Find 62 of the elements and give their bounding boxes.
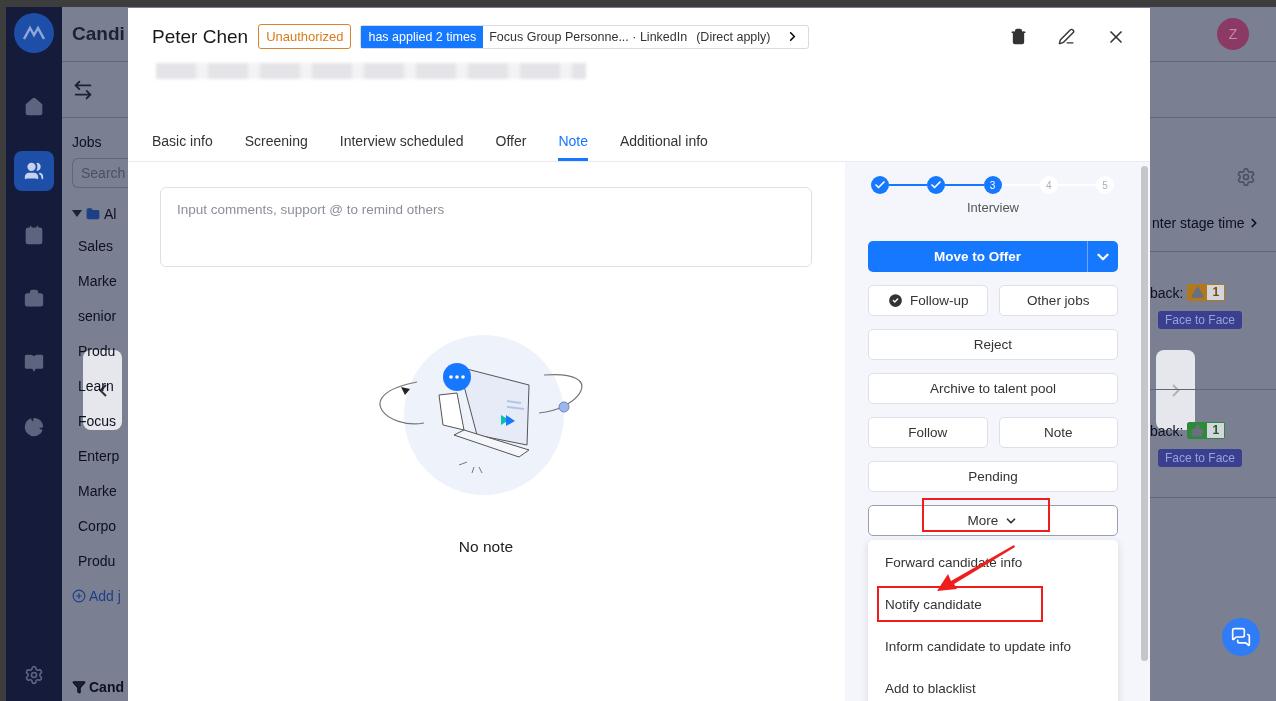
step-number: 3 bbox=[983, 176, 1002, 194]
job-item[interactable]: senior bbox=[62, 298, 128, 333]
feedback-label: back: bbox=[1150, 284, 1184, 301]
chat-icon bbox=[1231, 627, 1251, 647]
empty-note-text: No note bbox=[458, 538, 514, 556]
job-item[interactable]: Focus bbox=[62, 403, 128, 438]
filter-icon bbox=[72, 680, 86, 694]
menu-item[interactable]: Notify candidate bbox=[868, 583, 1118, 625]
jobs-heading: Jobs bbox=[72, 134, 103, 150]
dropdown-caret-button[interactable] bbox=[1087, 241, 1118, 272]
edit-icon[interactable] bbox=[1058, 28, 1075, 45]
chevron-right-icon bbox=[1171, 383, 1180, 397]
action-button[interactable]: Pending bbox=[868, 461, 1118, 492]
candidate-name: Peter Chen bbox=[152, 25, 249, 48]
feedback-badge: 1 bbox=[1187, 284, 1226, 301]
sort-label[interactable]: nter stage time bbox=[1152, 215, 1245, 231]
tab[interactable]: Note bbox=[558, 133, 588, 161]
interview-type-tag: Face to Face bbox=[1158, 449, 1243, 467]
delete-icon[interactable] bbox=[1010, 28, 1027, 45]
comment-field[interactable]: Input comments, support @ to remind others bbox=[160, 187, 812, 267]
menu-item[interactable]: Inform candidate to update info bbox=[868, 625, 1118, 667]
app-logo[interactable] bbox=[14, 13, 54, 53]
job-item[interactable]: Marke bbox=[62, 263, 128, 298]
job-item[interactable]: Marke bbox=[62, 473, 128, 508]
menu-item[interactable]: Add to blacklist bbox=[868, 667, 1118, 701]
tab[interactable]: Interview scheduled bbox=[339, 133, 464, 161]
caret-icon[interactable] bbox=[72, 210, 82, 218]
filter-label[interactable]: Cand bbox=[89, 679, 124, 695]
status-tag: Unauthorized bbox=[258, 24, 352, 49]
application-chip[interactable]: has applied 2 times Focus Group Personne... · LinkedIn (Direct apply) bbox=[360, 24, 809, 49]
step-number: 4 bbox=[1039, 176, 1058, 194]
folder-icon bbox=[86, 207, 100, 221]
tab[interactable]: Additional info bbox=[619, 133, 708, 161]
tab[interactable]: Basic info bbox=[152, 133, 213, 161]
action-button[interactable]: Other jobs bbox=[998, 285, 1118, 316]
tab[interactable]: Offer bbox=[495, 133, 527, 161]
job-item[interactable]: Enterp bbox=[62, 438, 128, 473]
job-item[interactable]: Produ bbox=[62, 543, 128, 578]
interview-type-tag: Face to Face bbox=[1158, 311, 1243, 329]
check-icon bbox=[887, 292, 904, 309]
folder-label[interactable]: Al bbox=[104, 206, 117, 222]
settings-icon[interactable] bbox=[1236, 167, 1256, 187]
add-icon bbox=[72, 588, 86, 603]
switch-icon[interactable] bbox=[72, 78, 94, 101]
job-item[interactable]: Learn bbox=[62, 368, 128, 403]
step-number: 5 bbox=[1096, 176, 1114, 194]
tab[interactable]: Screening bbox=[244, 133, 308, 161]
move-to-offer-button[interactable]: Move to Offer bbox=[868, 241, 1087, 272]
action-button[interactable]: Archive to talent pool bbox=[868, 373, 1118, 404]
action-button[interactable]: Reject bbox=[868, 329, 1118, 360]
action-button[interactable]: Follow-up bbox=[868, 285, 988, 316]
scrollbar[interactable] bbox=[1141, 166, 1148, 661]
nav-people-icon[interactable] bbox=[14, 151, 54, 191]
feedback-badge: 1 bbox=[1187, 422, 1226, 439]
page-title: Candi bbox=[72, 23, 125, 45]
action-button[interactable]: Note bbox=[998, 417, 1118, 448]
job-item[interactable]: Produ bbox=[62, 333, 128, 368]
job-item[interactable]: Corpo bbox=[62, 508, 128, 543]
action-button[interactable]: More bbox=[868, 505, 1118, 536]
job-item[interactable]: Sales bbox=[62, 228, 128, 263]
action-button[interactable]: Follow bbox=[868, 417, 988, 448]
stage-label: Interview bbox=[967, 200, 1019, 215]
